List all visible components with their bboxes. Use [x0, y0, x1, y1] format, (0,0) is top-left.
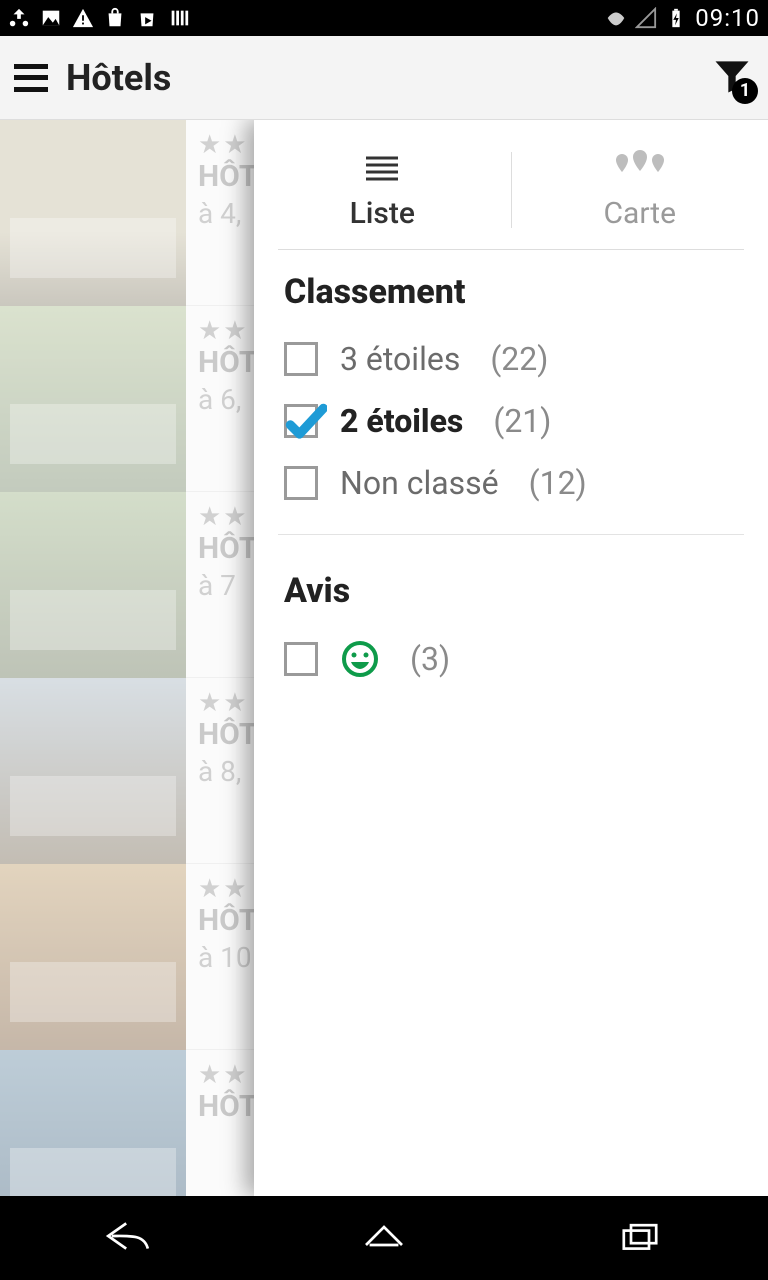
- recents-button[interactable]: [613, 1213, 667, 1263]
- filter-panel: Liste Carte Classement 3 étoiles (22): [254, 120, 768, 1196]
- share-icon: [8, 7, 30, 29]
- nav-bar: [0, 1196, 768, 1280]
- checkbox[interactable]: [284, 466, 318, 500]
- section-title: Classement: [284, 272, 738, 312]
- option-label: 3 étoiles: [340, 340, 460, 378]
- map-pins-icon: [610, 150, 670, 186]
- app-bar: Hôtels 1: [0, 36, 768, 120]
- option-count: (21): [493, 402, 551, 440]
- bars-icon: [168, 7, 190, 29]
- warning-icon: [72, 7, 94, 29]
- section-title: Avis: [284, 571, 738, 611]
- option-count: (12): [529, 464, 587, 502]
- scrim[interactable]: [0, 120, 254, 1196]
- signal-icon: [635, 7, 657, 29]
- filter-option-3-etoiles[interactable]: 3 étoiles (22): [284, 328, 738, 390]
- tab-liste[interactable]: Liste: [254, 130, 511, 250]
- checkbox[interactable]: [284, 404, 318, 438]
- bag-icon: [104, 7, 126, 29]
- filter-badge: 1: [732, 78, 758, 104]
- filter-option-avis-positive[interactable]: (3): [284, 627, 738, 691]
- filter-option-2-etoiles[interactable]: 2 étoiles (21): [284, 390, 738, 452]
- list-icon: [362, 150, 402, 186]
- status-bar: 09:10: [0, 0, 768, 36]
- checkbox[interactable]: [284, 342, 318, 376]
- image-icon: [40, 7, 62, 29]
- tab-label: Carte: [604, 196, 676, 231]
- tab-label: Liste: [350, 196, 415, 231]
- wifi-icon: [605, 7, 627, 29]
- option-label: 2 étoiles: [340, 402, 463, 440]
- option-count: (3): [410, 640, 450, 678]
- back-button[interactable]: [101, 1213, 155, 1263]
- play-store-icon: [136, 7, 158, 29]
- divider: [278, 534, 744, 535]
- filter-option-non-classe[interactable]: Non classé (12): [284, 452, 738, 514]
- battery-icon: [665, 7, 687, 29]
- home-button[interactable]: [357, 1213, 411, 1263]
- smiley-icon: [340, 639, 380, 679]
- option-label: Non classé: [340, 464, 499, 502]
- filter-button[interactable]: 1: [710, 54, 754, 102]
- page-title: Hôtels: [66, 57, 171, 99]
- section-avis: Avis (3): [254, 549, 768, 697]
- status-time: 09:10: [695, 4, 760, 32]
- section-classement: Classement 3 étoiles (22) 2 étoiles (21)…: [254, 250, 768, 520]
- tab-carte[interactable]: Carte: [512, 130, 768, 250]
- menu-button[interactable]: [14, 64, 48, 92]
- option-count: (22): [490, 340, 548, 378]
- checkbox[interactable]: [284, 642, 318, 676]
